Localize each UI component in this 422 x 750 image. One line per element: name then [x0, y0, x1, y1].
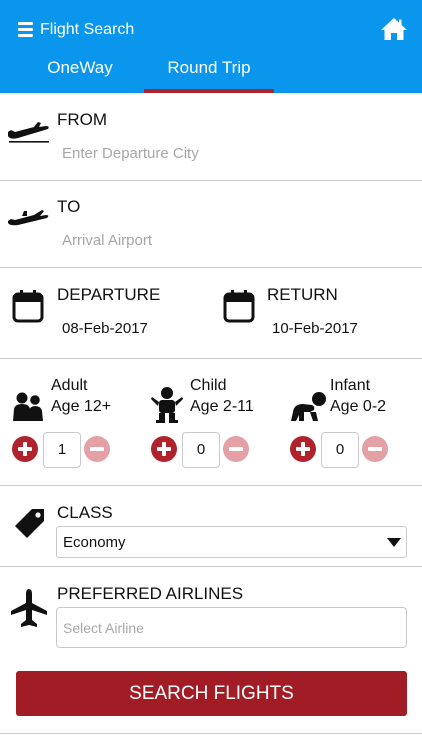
- plane-landing-icon: [6, 206, 50, 233]
- tab-round-trip[interactable]: Round Trip: [144, 58, 274, 93]
- departure-date[interactable]: 08-Feb-2017: [62, 320, 148, 337]
- child-age: Age 2-11: [190, 398, 254, 415]
- airline-input[interactable]: Select Airline: [56, 607, 407, 648]
- class-select[interactable]: Economy: [56, 526, 407, 558]
- infant-age: Age 0-2: [330, 398, 387, 415]
- search-flights-button[interactable]: SEARCH FLIGHTS: [16, 671, 407, 716]
- from-label: FROM: [57, 110, 108, 129]
- adult-label: Adult: [51, 377, 88, 394]
- adult-count[interactable]: 1: [43, 432, 81, 468]
- adult-decrement-button[interactable]: [84, 436, 110, 462]
- divider: [0, 180, 422, 181]
- arrival-airport-input[interactable]: Arrival Airport: [62, 232, 152, 249]
- adult-age: Age 12+: [51, 398, 112, 415]
- airline-input-placeholder: Select Airline: [63, 620, 144, 636]
- hamburger-menu-icon[interactable]: [18, 22, 34, 38]
- page-title: Flight Search: [40, 21, 135, 38]
- infant-decrement-button[interactable]: [362, 436, 388, 462]
- infant-increment-button[interactable]: [290, 436, 316, 462]
- return-date[interactable]: 10-Feb-2017: [272, 320, 358, 337]
- adults-icon: [11, 390, 45, 427]
- preferred-airlines-label: PREFERRED AIRLINES: [57, 584, 244, 603]
- class-selected-value: Economy: [63, 534, 126, 551]
- calendar-icon: [12, 289, 44, 328]
- infant-icon: [290, 390, 328, 427]
- tag-icon: [14, 507, 46, 544]
- active-tab-indicator: [144, 89, 274, 93]
- child-decrement-button[interactable]: [223, 436, 249, 462]
- plane-takeoff-icon: [6, 121, 50, 148]
- divider: [0, 485, 422, 486]
- infant-count[interactable]: 0: [321, 432, 359, 468]
- calendar-icon: [223, 289, 255, 328]
- divider: [0, 566, 422, 567]
- class-label: CLASS: [57, 503, 113, 522]
- child-label: Child: [190, 377, 227, 394]
- app-header: Flight Search OneWay Round Trip: [0, 0, 422, 93]
- divider: [0, 733, 422, 734]
- return-label: RETURN: [267, 285, 338, 304]
- home-icon[interactable]: [380, 16, 408, 42]
- chevron-down-icon: [387, 538, 401, 547]
- departure-city-input[interactable]: Enter Departure City: [62, 145, 199, 162]
- to-label: TO: [57, 197, 81, 216]
- infant-label: Infant: [330, 377, 371, 394]
- divider: [0, 267, 422, 268]
- departure-label: DEPARTURE: [57, 285, 161, 304]
- child-count[interactable]: 0: [182, 432, 220, 468]
- child-increment-button[interactable]: [151, 436, 177, 462]
- airplane-icon: [10, 588, 48, 633]
- tab-oneway[interactable]: OneWay: [16, 58, 144, 93]
- divider: [0, 358, 422, 359]
- adult-increment-button[interactable]: [12, 436, 38, 462]
- child-icon: [150, 386, 184, 429]
